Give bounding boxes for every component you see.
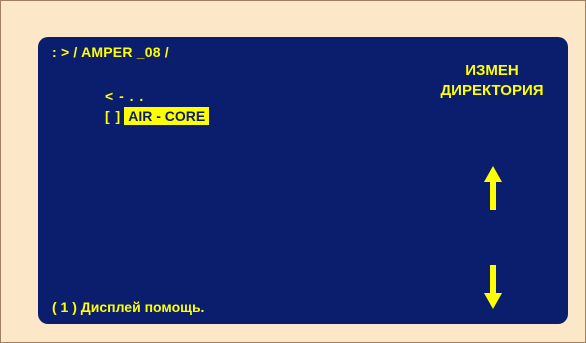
outer-frame: : > / AMPER _08 / < - . . [ ] AIR - CORE… xyxy=(0,0,586,343)
change-directory-label-line1: ИЗМЕН xyxy=(465,62,519,79)
arrow-down-icon[interactable] xyxy=(484,265,502,309)
selection-marker: [ ] xyxy=(105,108,122,124)
change-directory-label-line2: ДИРЕКТОРИЯ xyxy=(440,82,544,99)
current-path: : > / AMPER _08 / xyxy=(52,44,169,60)
device-screen: : > / AMPER _08 / < - . . [ ] AIR - CORE… xyxy=(38,37,568,324)
arrow-up-icon[interactable] xyxy=(484,166,502,210)
change-directory-label[interactable]: ИЗМЕН ДИРЕКТОРИЯ xyxy=(427,61,557,101)
parent-directory-entry[interactable]: < - . . xyxy=(105,88,144,104)
help-hint: ( 1 ) Дисплей помощь. xyxy=(52,299,205,315)
directory-name: AIR - CORE xyxy=(124,107,210,125)
directory-entry-selected[interactable]: [ ] AIR - CORE xyxy=(105,107,210,125)
